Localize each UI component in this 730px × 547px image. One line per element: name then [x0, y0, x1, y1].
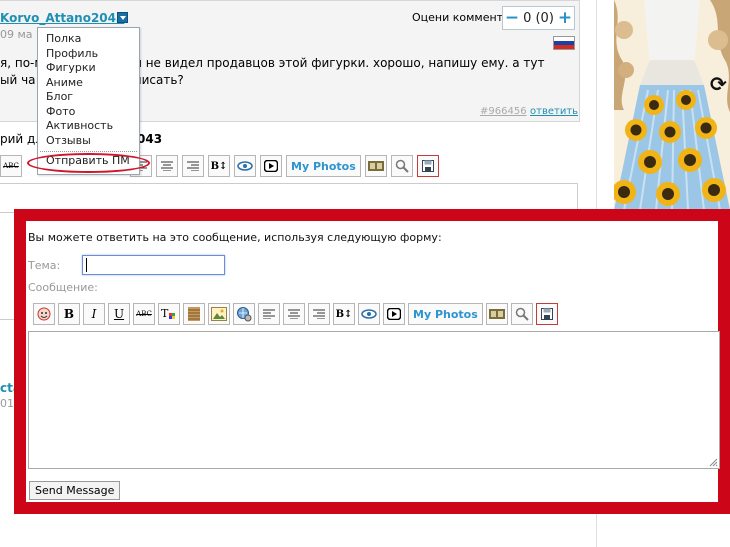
insert-link-icon[interactable]: [233, 303, 255, 325]
text-color-icon[interactable]: T: [158, 303, 180, 325]
menu-item-reviews[interactable]: Отзывы: [38, 134, 139, 149]
bold-button[interactable]: B: [58, 303, 80, 325]
resize-grip-icon[interactable]: [708, 457, 718, 467]
bg-search-icon[interactable]: [390, 155, 413, 177]
menu-separator: [40, 151, 137, 152]
send-pm-highlight-circle: [27, 153, 150, 173]
rate-label: Оцени коммент!: [412, 11, 508, 24]
bg-strike-button[interactable]: ABC: [0, 155, 22, 177]
bg-save-icon[interactable]: [416, 155, 439, 177]
insert-image-icon[interactable]: [208, 303, 230, 325]
menu-item-anime[interactable]: Аниме: [38, 76, 139, 91]
align-right-icon[interactable]: [308, 303, 330, 325]
bg-bold-size-button[interactable]: B↕: [208, 155, 230, 177]
rate-value: 0 (0): [523, 10, 554, 26]
menu-item-shelf[interactable]: Полка: [38, 32, 139, 47]
save-icon[interactable]: [535, 303, 558, 325]
filmstrip-icon[interactable]: [485, 303, 508, 325]
comment-reply-link[interactable]: ответить: [530, 106, 578, 117]
figure-image[interactable]: [614, 0, 730, 210]
rate-widget: − 0 (0) +: [502, 6, 575, 30]
subject-input[interactable]: [82, 255, 225, 275]
page-divider-short: [0, 319, 14, 320]
my-photos-button[interactable]: My Photos: [408, 303, 483, 325]
search-icon[interactable]: [510, 303, 533, 325]
bg-youtube-icon[interactable]: [260, 155, 282, 177]
italic-button[interactable]: I: [83, 303, 105, 325]
subject-label: Тема:: [28, 259, 61, 272]
align-center-icon[interactable]: [283, 303, 305, 325]
smiley-icon[interactable]: [33, 303, 55, 325]
youtube-icon[interactable]: [383, 303, 405, 325]
rotate-icon[interactable]: ⟳: [710, 72, 727, 96]
menu-item-activity[interactable]: Активность: [38, 119, 139, 134]
bg-align-center-icon[interactable]: [156, 155, 178, 177]
bg-filmstrip-icon[interactable]: [364, 155, 387, 177]
font-size-button[interactable]: B↕: [333, 303, 355, 325]
strikethrough-button[interactable]: ABC: [133, 303, 155, 325]
bg-my-photos-button[interactable]: My Photos: [286, 155, 361, 177]
menu-item-blog[interactable]: Блог: [38, 90, 139, 105]
bg-align-right-icon[interactable]: [182, 155, 204, 177]
svg-text:T: T: [161, 307, 169, 320]
menu-item-figures[interactable]: Фигурки: [38, 61, 139, 76]
align-left-icon[interactable]: [258, 303, 280, 325]
menu-item-profile[interactable]: Профиль: [38, 47, 139, 62]
menu-item-photos[interactable]: Фото: [38, 105, 139, 120]
list-icon[interactable]: [183, 303, 205, 325]
bg-preview-eye-icon[interactable]: [234, 155, 256, 177]
rate-minus-button[interactable]: −: [503, 8, 521, 28]
send-message-button[interactable]: Send Message: [29, 481, 121, 500]
message-textarea[interactable]: [28, 331, 720, 469]
rate-plus-button[interactable]: +: [556, 8, 574, 28]
author-menu-arrow-icon[interactable]: [117, 12, 128, 23]
reply-form-intro: Вы можете ответить на это сообщение, исп…: [28, 231, 442, 244]
editor-toolbar: B I U ABC T B↕ My Photos: [33, 303, 558, 327]
russia-flag-icon: [553, 36, 575, 50]
comment-id-link[interactable]: #966456: [480, 106, 527, 117]
bg-reply-heading-suffix: 043: [137, 132, 163, 146]
comment-date: 09 ма: [0, 28, 33, 41]
preview-eye-icon[interactable]: [358, 303, 380, 325]
text-caret: [86, 258, 87, 272]
underline-button[interactable]: U: [108, 303, 130, 325]
comment-author-link[interactable]: Korvo_Attano2043: [0, 11, 124, 25]
message-label: Сообщение:: [28, 281, 98, 294]
